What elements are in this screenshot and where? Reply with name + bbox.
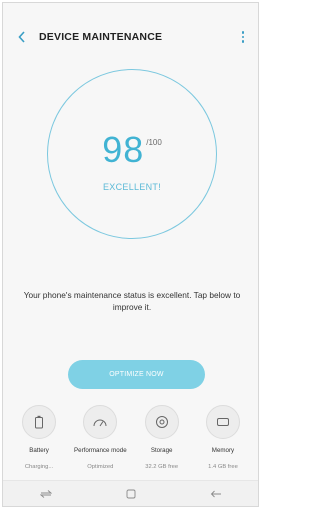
gauge-icon: [83, 405, 118, 439]
tile-storage[interactable]: Storage 32.2 GB free: [134, 405, 190, 470]
tile-value: Optimized: [87, 464, 114, 470]
recents-button[interactable]: [36, 484, 56, 504]
page-title: DEVICE MAINTENANCE: [39, 31, 163, 43]
battery-icon: [22, 405, 56, 439]
score-value: 98: [102, 129, 145, 170]
home-button[interactable]: [121, 484, 141, 504]
storage-disc-icon: [144, 405, 179, 439]
nav-back-button[interactable]: [206, 484, 226, 504]
optimize-now-button[interactable]: OPTIMIZE NOW: [68, 360, 205, 389]
app-bar: DEVICE MAINTENANCE: [3, 3, 258, 67]
tile-value: 1.4 GB free: [208, 464, 238, 470]
more-vert-icon-dot: [241, 31, 245, 34]
back-button[interactable]: [15, 29, 29, 45]
recents-icon: [39, 489, 52, 498]
tile-performance-mode[interactable]: Performance mode Optimized: [72, 405, 128, 470]
system-navigation-bar: [3, 480, 258, 506]
score-ring: 98 /100 EXCELLENT!: [47, 69, 217, 239]
tile-value: 32.2 GB free: [145, 464, 179, 470]
score-label: EXCELLENT!: [102, 182, 162, 192]
status-tiles: Battery Charging... Performance mode Opt…: [11, 405, 251, 470]
tile-battery[interactable]: Battery Charging...: [11, 405, 67, 470]
more-options-button[interactable]: [238, 29, 248, 45]
more-vert-icon-dot: [241, 35, 245, 39]
status-message: Your phone's maintenance status is excel…: [23, 290, 241, 312]
score-row: 98 /100: [48, 132, 216, 168]
back-arrow-icon: [210, 490, 221, 497]
home-icon: [126, 489, 135, 498]
tile-value: Charging...: [24, 464, 54, 470]
memory-chip-icon: [205, 405, 240, 439]
tile-memory[interactable]: Memory 1.4 GB free: [195, 405, 251, 470]
tile-label: Performance mode: [74, 447, 127, 454]
tile-label: Storage: [150, 447, 173, 454]
device-maintenance-screen: DEVICE MAINTENANCE 98 /100 EXCELLENT! Yo…: [2, 2, 259, 507]
score-max: /100: [146, 138, 162, 147]
tile-label: Memory: [211, 447, 235, 454]
tile-label: Battery: [29, 447, 49, 454]
chevron-left-icon: [18, 31, 25, 43]
more-vert-icon-dot: [241, 40, 245, 43]
